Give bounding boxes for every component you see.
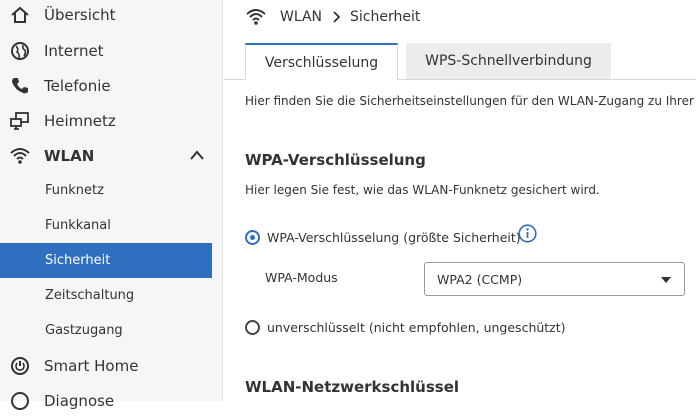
- sidebar-item-label: Zeitschaltung: [45, 288, 135, 303]
- wpa-mode-value: WPA2 (CCMP): [437, 271, 523, 287]
- breadcrumb: WLAN Sicherheit: [246, 5, 420, 29]
- wpa-description: Hier legen Sie fest, wie das WLAN-Funkne…: [245, 183, 600, 197]
- sidebar-item-internet[interactable]: Internet: [0, 33, 212, 68]
- wpa-mode-label: WPA-Modus: [265, 270, 338, 285]
- unencrypted-radio-label[interactable]: unverschlüsselt (nicht empfohlen, ungesc…: [267, 320, 566, 335]
- sidebar-item-label: Heimnetz: [44, 111, 116, 130]
- sidebar-item-label: Telefonie: [44, 76, 111, 95]
- chevron-right-icon: [333, 11, 341, 23]
- content-area: WLAN Sicherheit Verschlüsselung WPS-Schn…: [224, 0, 696, 401]
- wifi-icon: [246, 9, 266, 25]
- sidebar-item-uebersicht[interactable]: Übersicht: [0, 0, 212, 32]
- wpa-mode-select[interactable]: WPA2 (CCMP): [424, 262, 685, 296]
- sidebar-item-label: Übersicht: [44, 5, 116, 24]
- caret-down-icon: [661, 277, 671, 283]
- sidebar-item-gastzugang[interactable]: Gastzugang: [0, 313, 212, 348]
- tab-bar: Verschlüsselung WPS-Schnellverbindung: [224, 43, 696, 80]
- sidebar: Übersicht Internet Telefonie Heimnetz WL…: [0, 0, 223, 410]
- sidebar-item-sicherheit[interactable]: Sicherheit: [0, 243, 212, 278]
- sidebar-item-label: Gastzugang: [45, 323, 123, 338]
- sidebar-item-label: Funkkanal: [45, 218, 111, 233]
- breadcrumb-section[interactable]: WLAN: [280, 9, 322, 25]
- sidebar-item-label: WLAN: [44, 146, 95, 165]
- breadcrumb-page: Sicherheit: [350, 9, 421, 25]
- sidebar-item-funkkanal[interactable]: Funkkanal: [0, 208, 212, 243]
- sidebar-item-telefonie[interactable]: Telefonie: [0, 68, 212, 103]
- sidebar-item-label: Sicherheit: [45, 253, 111, 268]
- sidebar-item-heimnetz[interactable]: Heimnetz: [0, 103, 212, 138]
- sidebar-item-smart-home[interactable]: Smart Home: [0, 348, 212, 383]
- info-icon[interactable]: [518, 224, 537, 243]
- home-icon: [10, 5, 30, 25]
- diagnose-icon: [10, 391, 30, 411]
- sidebar-item-label: Smart Home: [44, 356, 139, 375]
- sidebar-item-label: Funknetz: [45, 183, 104, 198]
- wifi-icon: [10, 146, 30, 166]
- wpa-radio-label[interactable]: WPA-Verschlüsselung (größte Sicherheit): [267, 230, 521, 245]
- sidebar-item-wlan[interactable]: WLAN: [0, 138, 212, 173]
- sidebar-item-funknetz[interactable]: Funknetz: [0, 173, 212, 208]
- tab-wps-schnellverbindung[interactable]: WPS-Schnellverbindung: [406, 43, 611, 79]
- intro-text: Hier finden Sie die Sicherheitseinstellu…: [245, 94, 696, 108]
- chevron-up-icon[interactable]: [189, 149, 205, 161]
- wpa-heading: WPA-Verschlüsselung: [245, 151, 426, 169]
- globe-icon: [10, 41, 30, 61]
- phone-icon: [10, 76, 30, 96]
- wpa-radio[interactable]: [245, 230, 260, 245]
- sidebar-item-zeitschaltung[interactable]: Zeitschaltung: [0, 278, 212, 313]
- key-heading: WLAN-Netzwerkschlüssel: [245, 378, 460, 396]
- unencrypted-radio[interactable]: [245, 320, 260, 335]
- power-icon: [10, 356, 30, 376]
- tab-verschluesselung[interactable]: Verschlüsselung: [245, 43, 398, 80]
- sidebar-item-label: Internet: [44, 41, 104, 60]
- network-icon: [10, 111, 30, 131]
